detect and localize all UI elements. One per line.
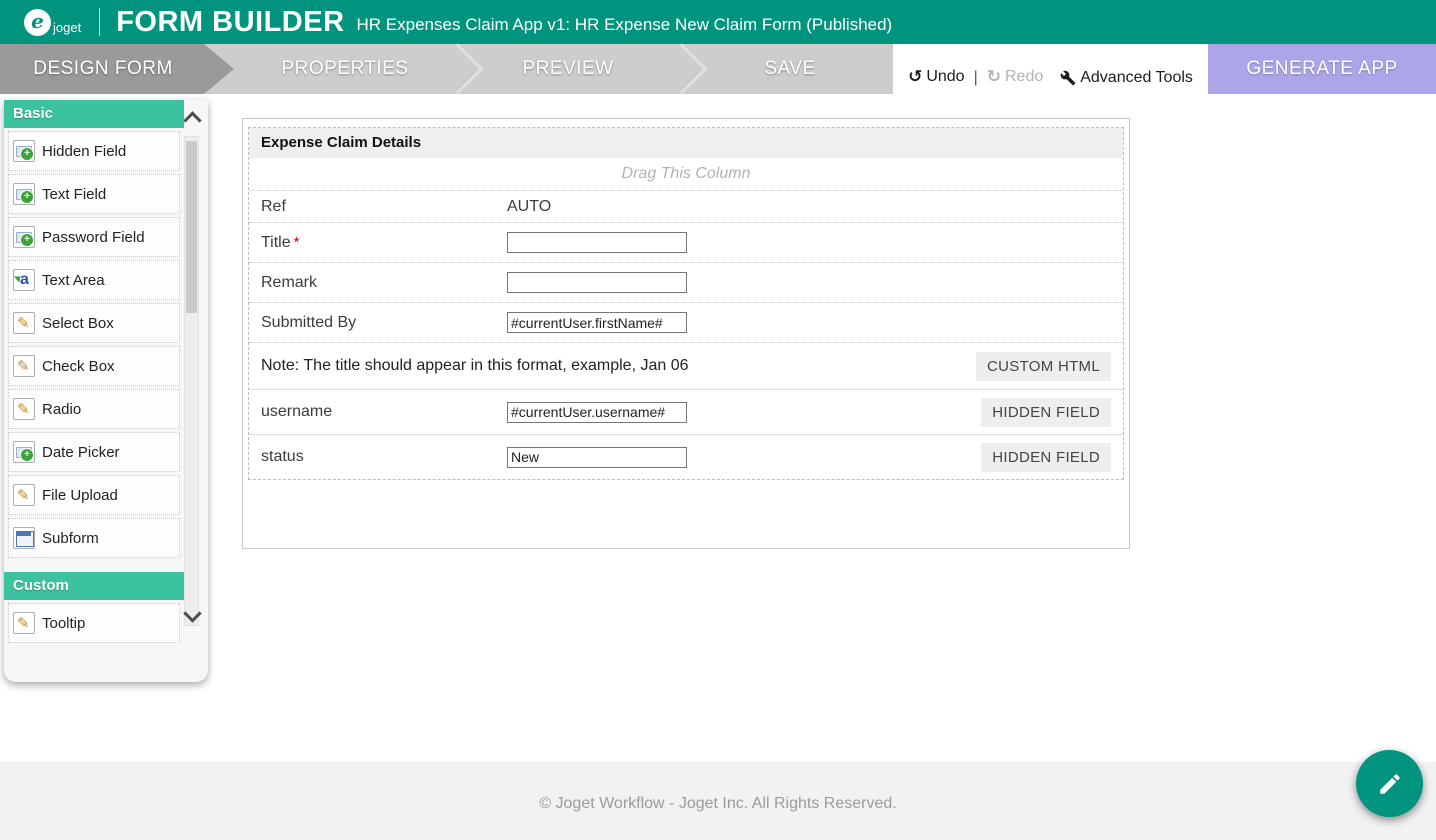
field-value: AUTO: [507, 198, 551, 216]
element-type-badge: CUSTOM HTML: [976, 352, 1111, 381]
form-design-canvas: Expense Claim Details Drag This Column R…: [242, 118, 1130, 549]
tab-preview[interactable]: PREVIEW: [468, 44, 668, 94]
pencil-icon: [13, 484, 35, 506]
required-marker: *: [294, 234, 300, 251]
copyright-text: © Joget Workflow - Joget Inc. All Rights…: [539, 795, 896, 813]
element-type-badge: HIDDEN FIELD: [981, 398, 1111, 427]
username-input[interactable]: [507, 402, 687, 423]
pencil-icon: [13, 312, 35, 334]
app-header: e joget FORM BUILDER HR Expenses Claim A…: [0, 0, 1436, 44]
generate-app-button[interactable]: GENERATE APP: [1208, 44, 1436, 94]
palette-item-text-area[interactable]: Text Area: [8, 260, 180, 300]
field-label: Remark: [249, 274, 507, 292]
form-row-status[interactable]: status HIDDEN FIELD: [249, 434, 1123, 479]
palette-section-basic[interactable]: Basic: [4, 100, 184, 128]
brand-name: joget: [53, 20, 81, 35]
pencil-icon: [13, 355, 35, 377]
form-row-submitted-by[interactable]: Submitted By: [249, 302, 1123, 342]
form-row-username[interactable]: username HIDDEN FIELD: [249, 389, 1123, 434]
tab-design-form[interactable]: DESIGN FORM: [0, 44, 234, 94]
palette-section-custom[interactable]: Custom: [4, 572, 184, 600]
pencil-icon: [13, 612, 35, 634]
pencil-icon: [1377, 771, 1403, 797]
submitted-by-input[interactable]: [507, 312, 687, 333]
palette-item-label: Select Box: [42, 315, 114, 332]
input-add-icon: [13, 183, 35, 205]
joget-logo-icon: e: [24, 9, 51, 36]
status-input[interactable]: [507, 447, 687, 468]
pencil-icon: [13, 398, 35, 420]
palette-item-label: Tooltip: [42, 615, 85, 632]
palette-item-label: File Upload: [42, 487, 118, 504]
scrollbar-track[interactable]: [184, 136, 199, 626]
form-row-ref[interactable]: Ref AUTO: [249, 190, 1123, 222]
palette-item-tooltip[interactable]: Tooltip: [8, 603, 180, 643]
element-type-badge: HIDDEN FIELD: [981, 443, 1111, 472]
input-add-icon: [13, 441, 35, 463]
form-section: Expense Claim Details Drag This Column R…: [248, 127, 1124, 480]
remark-input[interactable]: [507, 272, 687, 293]
textarea-icon: [13, 269, 35, 291]
edit-fab-button[interactable]: [1356, 750, 1423, 817]
palette-item-label: Check Box: [42, 358, 115, 375]
redo-icon: ↻: [987, 67, 1001, 87]
palette-item-text-field[interactable]: Text Field: [8, 174, 180, 214]
title-input[interactable]: [507, 232, 687, 253]
field-label: Submitted By: [249, 314, 507, 332]
form-row-title[interactable]: Title*: [249, 222, 1123, 262]
palette-item-label: Date Picker: [42, 444, 120, 461]
form-row-custom-html[interactable]: Note: The title should appear in this fo…: [249, 342, 1123, 389]
palette-item-date-picker[interactable]: Date Picker: [8, 432, 180, 472]
tab-save[interactable]: SAVE: [690, 44, 890, 94]
toolbar-separator: |: [974, 69, 978, 87]
page-title: FORM BUILDER: [116, 6, 344, 39]
undo-icon: ↺: [908, 67, 922, 87]
palette-item-select-box[interactable]: Select Box: [8, 303, 180, 343]
palette-item-radio[interactable]: Radio: [8, 389, 180, 429]
section-title[interactable]: Expense Claim Details: [249, 128, 1123, 158]
input-add-icon: [13, 226, 35, 248]
wrench-icon: [1060, 70, 1076, 86]
palette-item-label: Radio: [42, 401, 81, 418]
window-icon: [13, 527, 35, 549]
palette-item-check-box[interactable]: Check Box: [8, 346, 180, 386]
palette-item-label: Subform: [42, 530, 99, 547]
header-divider: [99, 8, 100, 36]
redo-button[interactable]: ↻ Redo: [987, 67, 1044, 87]
undo-button[interactable]: ↺ Undo: [908, 67, 965, 87]
field-label: username: [249, 403, 507, 421]
advanced-tools-button[interactable]: Advanced Tools: [1060, 69, 1193, 87]
palette-item-label: Hidden Field: [42, 143, 126, 160]
page-footer: © Joget Workflow - Joget Inc. All Rights…: [0, 762, 1436, 840]
scrollbar-thumb[interactable]: [186, 141, 197, 313]
advanced-tools-label: Advanced Tools: [1080, 69, 1193, 87]
undo-label: Undo: [926, 68, 964, 86]
form-row-remark[interactable]: Remark: [249, 262, 1123, 302]
field-label: Ref: [249, 198, 507, 216]
builder-tab-bar: DESIGN FORM PROPERTIES PREVIEW SAVE ↺ Un…: [0, 44, 1436, 94]
field-label: status: [249, 448, 507, 466]
palette-item-subform[interactable]: Subform: [8, 518, 180, 558]
scroll-up-icon[interactable]: [183, 111, 201, 129]
note-text: Note: The title should appear in this fo…: [249, 357, 689, 375]
edit-toolbar: ↺ Undo | ↻ Redo Advanced Tools: [893, 44, 1208, 94]
palette-item-label: Password Field: [42, 229, 145, 246]
palette-item-file-upload[interactable]: File Upload: [8, 475, 180, 515]
palette-item-label: Text Field: [42, 186, 106, 203]
drag-column-hint[interactable]: Drag This Column: [249, 158, 1123, 190]
element-palette: Basic Hidden Field Text Field Password F…: [4, 100, 208, 682]
tab-properties[interactable]: PROPERTIES: [240, 44, 450, 94]
palette-item-password-field[interactable]: Password Field: [8, 217, 180, 257]
palette-item-hidden-field[interactable]: Hidden Field: [8, 131, 180, 171]
redo-label: Redo: [1005, 68, 1043, 86]
field-label: Title: [261, 234, 291, 251]
input-add-icon: [13, 140, 35, 162]
joget-logo: e joget: [24, 9, 81, 36]
palette-scrollbar: [184, 108, 202, 668]
form-subtitle: HR Expenses Claim App v1: HR Expense New…: [357, 15, 893, 35]
palette-item-label: Text Area: [42, 272, 105, 289]
